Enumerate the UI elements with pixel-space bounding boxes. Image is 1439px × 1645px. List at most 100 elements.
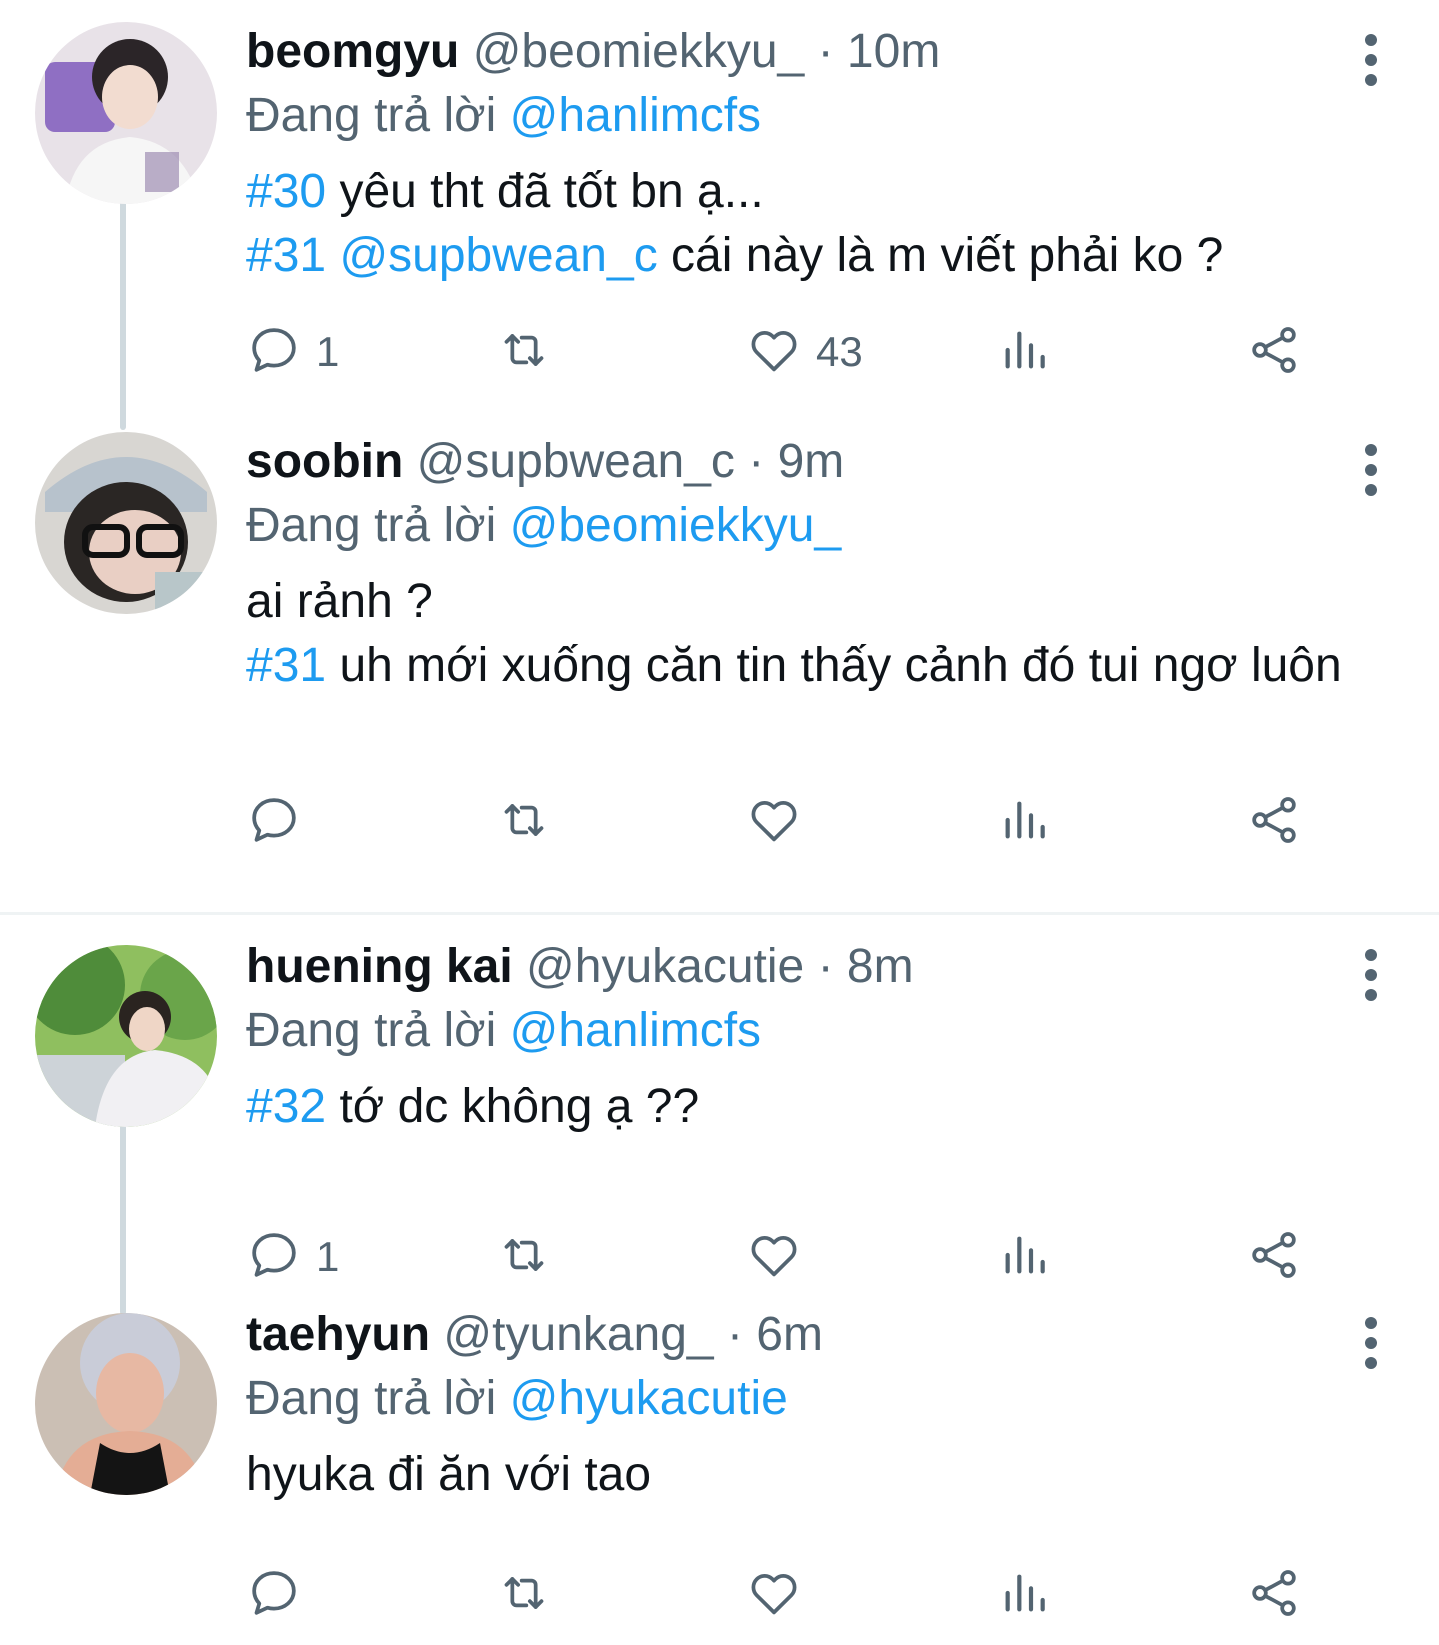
action-bar [246, 792, 1376, 852]
timestamp[interactable]: 9m [778, 435, 845, 488]
like-icon [746, 792, 802, 853]
more-icon[interactable] [1361, 945, 1381, 1005]
tweet-header: huening kai @hyukacutie · 8m [246, 937, 914, 997]
retweet-button[interactable] [496, 792, 566, 852]
reply-button[interactable] [246, 792, 316, 852]
hashtag-link[interactable]: #31 [246, 639, 326, 692]
retweet-icon [496, 1227, 552, 1288]
tweet-line: #31 uh mới xuống căn tin thấy cảnh đó tu… [246, 634, 1376, 698]
replying-prefix: Đang trả lời [246, 89, 497, 142]
tweet-line: #32 tớ dc không ạ ?? [246, 1075, 1376, 1139]
share-button[interactable] [1246, 1227, 1302, 1287]
reply-target-link[interactable]: @hanlimcfs [510, 1004, 761, 1057]
views-button[interactable] [996, 792, 1052, 852]
reply-target-link[interactable]: @hyukacutie [510, 1372, 788, 1425]
mention-link[interactable]: @supbwean_c [339, 229, 657, 282]
tweet[interactable]: beomgyu @beomiekkyu_ · 10m Đang trả lời … [0, 0, 1439, 430]
like-icon [746, 1565, 802, 1626]
separator: · [726, 1308, 743, 1361]
more-icon[interactable] [1361, 1313, 1381, 1373]
views-icon [996, 322, 1052, 383]
tweet-header: beomgyu @beomiekkyu_ · 10m [246, 22, 940, 82]
action-bar: 1 43 [246, 322, 1376, 382]
tweet-line-text: cái này là m viết phải ko ? [671, 229, 1224, 282]
reply-count: 1 [316, 1233, 340, 1280]
reply-button[interactable]: 1 [246, 1227, 339, 1287]
retweet-button[interactable] [496, 322, 566, 382]
replying-to: Đang trả lời @hanlimcfs [246, 86, 761, 146]
reply-button[interactable]: 1 [246, 322, 339, 382]
tweet[interactable]: soobin @supbwean_c · 9m Đang trả lời @be… [0, 410, 1439, 870]
views-button[interactable] [996, 322, 1052, 382]
share-button[interactable] [1246, 322, 1302, 382]
timestamp[interactable]: 6m [756, 1308, 823, 1361]
display-name[interactable]: huening kai [246, 940, 513, 993]
user-handle[interactable]: @tyunkang_ [443, 1308, 713, 1361]
reply-icon [246, 792, 302, 853]
reply-count: 1 [316, 328, 340, 375]
retweet-button[interactable] [496, 1227, 566, 1287]
separator: · [817, 940, 834, 993]
user-handle[interactable]: @hyukacutie [526, 940, 804, 993]
more-icon[interactable] [1361, 440, 1381, 500]
display-name[interactable]: taehyun [246, 1308, 430, 1361]
timestamp[interactable]: 8m [847, 940, 914, 993]
separator: · [748, 435, 765, 488]
tweet-line: hyuka đi ăn với tao [246, 1448, 652, 1501]
tweet-text: hyuka đi ăn với tao [246, 1443, 1376, 1507]
share-icon [1246, 322, 1302, 383]
replying-prefix: Đang trả lời [246, 1372, 497, 1425]
views-button[interactable] [996, 1565, 1052, 1625]
avatar[interactable] [35, 22, 217, 204]
display-name[interactable]: soobin [246, 435, 403, 488]
like-button[interactable] [746, 1565, 816, 1625]
action-bar: 1 [246, 1227, 1376, 1287]
replying-prefix: Đang trả lời [246, 499, 497, 552]
tweet-line-text: uh mới xuống căn tin thấy cảnh đó tui ng… [339, 639, 1342, 692]
views-icon [996, 1565, 1052, 1626]
share-button[interactable] [1246, 792, 1302, 852]
tweet[interactable]: taehyun @tyunkang_ · 6m Đang trả lời @hy… [0, 1283, 1439, 1645]
retweet-button[interactable] [496, 1565, 566, 1625]
reply-icon [246, 1565, 302, 1626]
views-button[interactable] [996, 1227, 1052, 1287]
action-bar [246, 1565, 1376, 1625]
reply-icon [246, 322, 302, 383]
tweet-header: soobin @supbwean_c · 9m [246, 432, 844, 492]
like-button[interactable]: 43 [746, 322, 863, 382]
replying-to: Đang trả lời @beomiekkyu_ [246, 496, 841, 556]
tweet[interactable]: huening kai @hyukacutie · 8m Đang trả lờ… [0, 915, 1439, 1315]
replying-prefix: Đang trả lời [246, 1004, 497, 1057]
hashtag-link[interactable]: #32 [246, 1080, 326, 1133]
tweet-line: #30 yêu tht đã tốt bn ạ... [246, 160, 1376, 224]
hashtag-link[interactable]: #31 [246, 229, 326, 282]
share-button[interactable] [1246, 1565, 1302, 1625]
share-icon [1246, 792, 1302, 853]
more-icon[interactable] [1361, 30, 1381, 90]
tweet-line-text: tớ dc không ạ ?? [339, 1080, 700, 1133]
avatar[interactable] [35, 1313, 217, 1495]
reply-button[interactable] [246, 1565, 316, 1625]
display-name[interactable]: beomgyu [246, 25, 459, 78]
avatar[interactable] [35, 945, 217, 1127]
replying-to: Đang trả lời @hyukacutie [246, 1369, 788, 1429]
timestamp[interactable]: 10m [847, 25, 940, 78]
retweet-icon [496, 1565, 552, 1626]
reply-target-link[interactable]: @beomiekkyu_ [510, 499, 842, 552]
avatar[interactable] [35, 432, 217, 614]
user-handle[interactable]: @beomiekkyu_ [473, 25, 805, 78]
separator: · [817, 25, 834, 78]
tweet-text: ai rảnh ? #31 uh mới xuống căn tin thấy … [246, 570, 1376, 698]
reply-target-link[interactable]: @hanlimcfs [510, 89, 761, 142]
like-button[interactable] [746, 792, 816, 852]
like-button[interactable] [746, 1227, 816, 1287]
tweet-line: #31 @supbwean_c cái này là m viết phải k… [246, 224, 1376, 288]
user-handle[interactable]: @supbwean_c [417, 435, 735, 488]
tweet-text: #32 tớ dc không ạ ?? [246, 1075, 1376, 1139]
tweet-text: #30 yêu tht đã tốt bn ạ... #31 @supbwean… [246, 160, 1376, 288]
like-icon [746, 322, 802, 383]
replying-to: Đang trả lời @hanlimcfs [246, 1001, 761, 1061]
hashtag-link[interactable]: #30 [246, 165, 326, 218]
views-icon [996, 1227, 1052, 1288]
like-count: 43 [816, 328, 863, 375]
